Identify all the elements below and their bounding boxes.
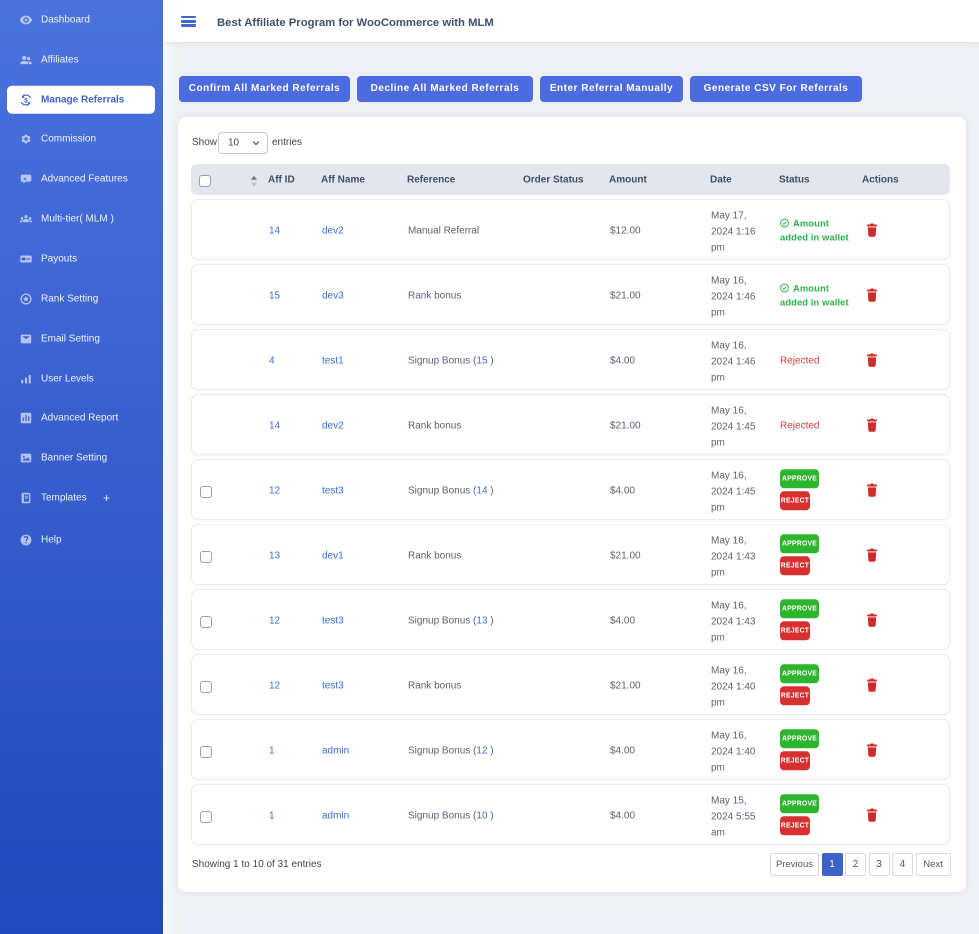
svg-text:$: $ xyxy=(24,97,28,104)
